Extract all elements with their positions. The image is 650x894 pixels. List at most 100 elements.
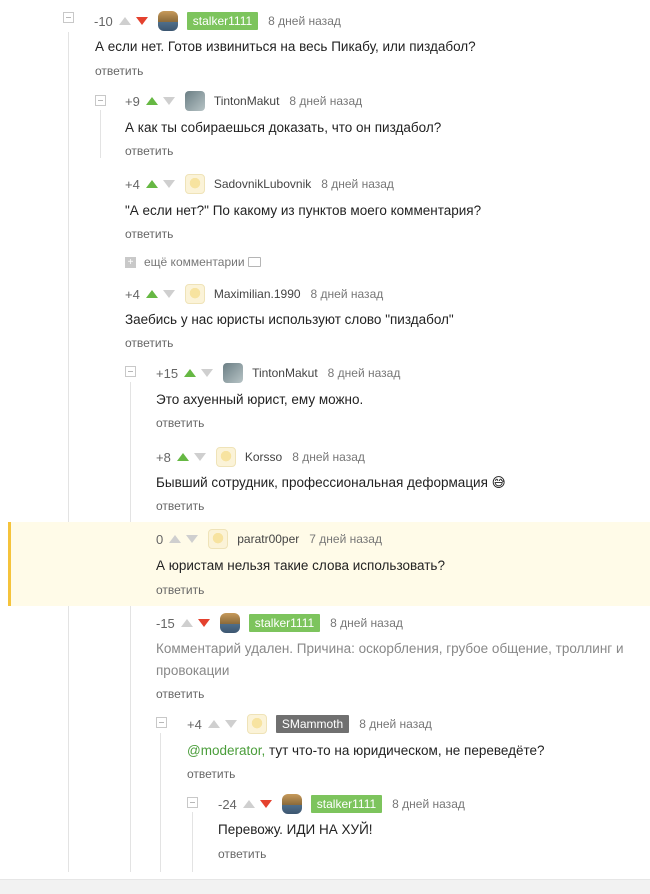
more-comments-label: ещё комментарии: [144, 255, 245, 269]
avatar[interactable]: [184, 284, 205, 304]
collapse-button[interactable]: [156, 717, 167, 728]
reply-link[interactable]: ответить: [125, 227, 173, 241]
comment-time[interactable]: 8 дней назад: [328, 366, 401, 380]
comment-header: +15 TintonMakut 8 дней назад: [156, 362, 400, 384]
author-name[interactable]: Maximilian.1990: [214, 287, 301, 301]
deleted-text-line: Комментарий удален. Причина: оскорбления…: [156, 641, 624, 656]
downvote-icon[interactable]: [201, 369, 214, 377]
reply-link[interactable]: ответить: [156, 416, 204, 430]
comment-rating: +4: [187, 716, 202, 732]
comment-text: @moderator, тут что-то на юридическом, н…: [187, 740, 545, 762]
avatar[interactable]: [184, 91, 205, 111]
collapse-button[interactable]: [95, 95, 106, 106]
collapse-button[interactable]: [187, 797, 198, 808]
comment-header: +8 Korsso 8 дней назад: [156, 446, 365, 468]
author-name[interactable]: Korsso: [245, 450, 282, 464]
upvote-icon[interactable]: [145, 180, 158, 188]
avatar[interactable]: [215, 447, 236, 467]
author-name[interactable]: stalker1111: [248, 614, 321, 632]
avatar[interactable]: [246, 714, 267, 734]
plus-icon: +: [125, 256, 136, 268]
thread-line: [160, 733, 161, 872]
comment-text: А если нет. Готов извиниться на весь Пик…: [95, 39, 476, 54]
author-name[interactable]: stalker1111: [310, 795, 383, 813]
downvote-icon[interactable]: [259, 800, 272, 808]
comment-header: -24 stalker1111 8 дней назад: [218, 793, 465, 815]
comment-text: Заебись у нас юристы используют слово "п…: [125, 312, 454, 327]
collapse-button[interactable]: [125, 366, 136, 377]
deleted-comment-text: Комментарий удален. Причина: оскорбления…: [156, 638, 646, 682]
downvote-icon[interactable]: [224, 720, 237, 728]
comment-time[interactable]: 8 дней назад: [321, 177, 394, 191]
author-name[interactable]: TintonMakut: [252, 366, 318, 380]
avatar[interactable]: [208, 529, 229, 549]
author-name[interactable]: SMammoth: [275, 715, 350, 733]
reply-link[interactable]: ответить: [218, 847, 266, 861]
downvote-icon[interactable]: [162, 290, 175, 298]
comment-time[interactable]: 8 дней назад: [311, 287, 384, 301]
comment-header: +4 SMammoth 8 дней назад: [187, 713, 432, 735]
comment-time[interactable]: 8 дней назад: [289, 94, 362, 108]
avatar[interactable]: [184, 174, 205, 194]
thread-line: [100, 110, 101, 158]
comment-text: Бывший сотрудник, профессиональная дефор…: [156, 475, 506, 490]
comment-header: +4 Maximilian.1990 8 дней назад: [125, 283, 383, 305]
comment-rating: -24: [218, 796, 237, 812]
thread-line: [68, 32, 69, 872]
downvote-icon[interactable]: [162, 97, 175, 105]
upvote-icon[interactable]: [207, 720, 220, 728]
comment-time[interactable]: 8 дней назад: [292, 450, 365, 464]
reply-link[interactable]: ответить: [156, 499, 204, 513]
mention-link[interactable]: @moderator,: [187, 743, 265, 758]
more-comments-button[interactable]: + ещё комментарии: [125, 255, 261, 269]
reply-link[interactable]: ответить: [156, 687, 204, 701]
author-name[interactable]: paratr00per: [237, 532, 299, 546]
avatar[interactable]: [157, 11, 178, 31]
downvote-icon[interactable]: [197, 619, 210, 627]
downvote-icon[interactable]: [186, 535, 199, 543]
comment-bubble-icon: [247, 257, 261, 267]
comment-time[interactable]: 8 дней назад: [330, 616, 403, 630]
comment-header: +9 TintonMakut 8 дней назад: [125, 90, 362, 112]
author-name[interactable]: SadovnikLubovnik: [214, 177, 311, 191]
comment-rating: +4: [125, 176, 140, 192]
thread-line: [192, 812, 193, 872]
avatar[interactable]: [219, 613, 240, 633]
comment-rating: -15: [156, 615, 175, 631]
thread-line: [130, 382, 131, 872]
downvote-icon[interactable]: [193, 453, 206, 461]
downvote-icon[interactable]: [162, 180, 175, 188]
comment-time[interactable]: 8 дней назад: [359, 717, 432, 731]
author-name[interactable]: stalker1111: [186, 12, 259, 30]
reply-link[interactable]: ответить: [187, 767, 235, 781]
reply-link[interactable]: ответить: [156, 583, 204, 597]
downvote-icon[interactable]: [135, 17, 148, 25]
comment-body: тут что-то на юридическом, не переведёте…: [265, 743, 545, 758]
collapse-button[interactable]: [63, 12, 74, 23]
author-name[interactable]: TintonMakut: [214, 94, 280, 108]
reply-link[interactable]: ответить: [125, 144, 173, 158]
comment-rating: +9: [125, 93, 140, 109]
comment-time[interactable]: 8 дней назад: [268, 14, 341, 28]
avatar[interactable]: [223, 363, 244, 383]
reply-link[interactable]: ответить: [95, 64, 143, 78]
upvote-icon[interactable]: [145, 290, 158, 298]
comment-text: А юристам нельзя такие слова использоват…: [156, 558, 445, 573]
comment-time[interactable]: 8 дней назад: [392, 797, 465, 811]
upvote-icon[interactable]: [180, 619, 193, 627]
upvote-icon[interactable]: [169, 535, 182, 543]
comment-rating: +8: [156, 449, 171, 465]
avatar[interactable]: [281, 794, 302, 814]
comment-rating: +4: [125, 286, 140, 302]
comment-rating: 0: [156, 531, 164, 547]
upvote-icon[interactable]: [242, 800, 255, 808]
upvote-icon[interactable]: [184, 369, 197, 377]
upvote-icon[interactable]: [118, 17, 131, 25]
upvote-icon[interactable]: [145, 97, 158, 105]
upvote-icon[interactable]: [176, 453, 189, 461]
comment-header: 0 paratr00per 7 дней назад: [156, 528, 382, 550]
footer-bar: [0, 879, 650, 894]
comment-rating: +15: [156, 365, 179, 381]
comment-time[interactable]: 7 дней назад: [309, 532, 382, 546]
reply-link[interactable]: ответить: [125, 336, 173, 350]
